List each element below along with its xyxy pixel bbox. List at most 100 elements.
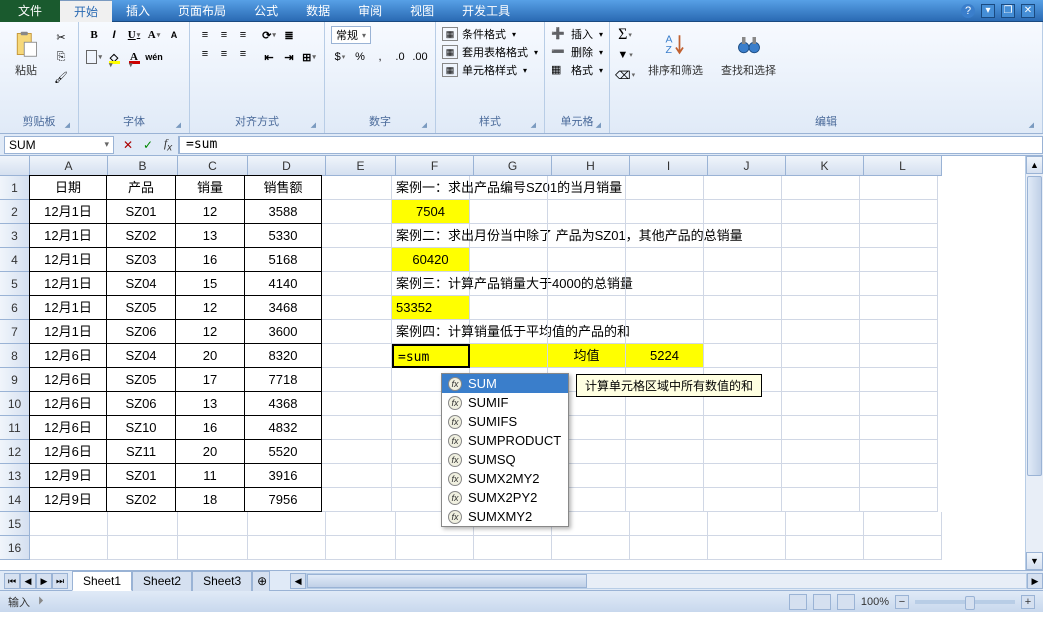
cell[interactable] bbox=[548, 200, 626, 224]
table-format-button[interactable]: ▦套用表格格式▾ bbox=[442, 44, 538, 60]
tab-review[interactable]: 审阅 bbox=[344, 0, 396, 22]
cell[interactable] bbox=[626, 224, 704, 248]
zoom-out-button[interactable]: − bbox=[895, 595, 909, 609]
cell[interactable] bbox=[322, 368, 392, 392]
cell[interactable]: 3600 bbox=[244, 319, 322, 344]
row-header-13[interactable]: 13 bbox=[0, 464, 30, 488]
vertical-scrollbar[interactable]: ▲ ▼ bbox=[1025, 156, 1043, 570]
currency-button[interactable]: $ bbox=[331, 48, 349, 66]
row-header-12[interactable]: 12 bbox=[0, 440, 30, 464]
row-header-15[interactable]: 15 bbox=[0, 512, 30, 536]
autocomplete-item[interactable]: fxSUMX2MY2 bbox=[442, 469, 568, 488]
cell[interactable] bbox=[860, 488, 938, 512]
cell[interactable] bbox=[782, 464, 860, 488]
cell[interactable] bbox=[108, 512, 178, 536]
copy-button[interactable]: ⎘ bbox=[52, 48, 70, 66]
accept-formula-button[interactable]: ✓ bbox=[138, 138, 158, 152]
cell[interactable] bbox=[626, 272, 704, 296]
cell[interactable]: 8320 bbox=[244, 343, 322, 368]
cell[interactable] bbox=[782, 272, 860, 296]
cell[interactable] bbox=[704, 200, 782, 224]
cell-style-button[interactable]: ▦单元格样式▾ bbox=[442, 62, 538, 78]
column-header-L[interactable]: L bbox=[864, 156, 942, 176]
cell[interactable]: 12月6日 bbox=[29, 343, 107, 368]
fill-button[interactable]: ▼ bbox=[616, 46, 634, 64]
cell[interactable]: 案例四：计算销量低于平均值的产品的和 bbox=[392, 320, 470, 344]
cell[interactable] bbox=[782, 416, 860, 440]
cell[interactable]: 案例三：计算产品销量大于4000的总销量 bbox=[392, 272, 470, 296]
cell[interactable]: 7956 bbox=[244, 487, 322, 512]
cell[interactable] bbox=[782, 224, 860, 248]
column-header-G[interactable]: G bbox=[474, 156, 552, 176]
cell[interactable] bbox=[860, 392, 938, 416]
align-bottom-button[interactable]: ≡ bbox=[234, 26, 252, 44]
cell[interactable] bbox=[626, 440, 704, 464]
cell[interactable] bbox=[782, 320, 860, 344]
cell[interactable]: SZ02 bbox=[106, 487, 176, 512]
cell[interactable] bbox=[322, 224, 392, 248]
comma-button[interactable]: , bbox=[371, 48, 389, 66]
italic-button[interactable]: I bbox=[105, 26, 123, 44]
cell[interactable]: 13 bbox=[175, 223, 245, 248]
cell[interactable] bbox=[322, 176, 392, 200]
sort-filter-button[interactable]: AZ 排序和筛选 bbox=[644, 26, 707, 80]
cell[interactable] bbox=[248, 512, 326, 536]
autocomplete-item[interactable]: fxSUMSQ bbox=[442, 450, 568, 469]
row-header-7[interactable]: 7 bbox=[0, 320, 30, 344]
cell[interactable]: SZ05 bbox=[106, 295, 176, 320]
row-header-14[interactable]: 14 bbox=[0, 488, 30, 512]
cell[interactable] bbox=[704, 272, 782, 296]
percent-button[interactable]: % bbox=[351, 48, 369, 66]
cell[interactable]: 案例一：求出产品编号SZ01的当月销量 bbox=[392, 176, 470, 200]
cell[interactable] bbox=[860, 200, 938, 224]
cell[interactable]: 12 bbox=[175, 295, 245, 320]
cell[interactable] bbox=[860, 296, 938, 320]
cell[interactable] bbox=[322, 320, 392, 344]
column-header-K[interactable]: K bbox=[786, 156, 864, 176]
row-header-8[interactable]: 8 bbox=[0, 344, 30, 368]
tab-file[interactable]: 文件 bbox=[0, 0, 60, 22]
cell[interactable]: 12月1日 bbox=[29, 319, 107, 344]
last-sheet-button[interactable]: ⏭ bbox=[52, 573, 68, 589]
sheet-tab-2[interactable]: Sheet2 bbox=[132, 571, 192, 591]
cell[interactable]: 4832 bbox=[244, 415, 322, 440]
tab-home[interactable]: 开始 bbox=[60, 0, 112, 22]
hscroll-thumb[interactable] bbox=[307, 574, 587, 588]
cell[interactable]: 12月1日 bbox=[29, 199, 107, 224]
column-header-A[interactable]: A bbox=[30, 156, 108, 176]
row-header-11[interactable]: 11 bbox=[0, 416, 30, 440]
autocomplete-item[interactable]: fxSUMIF bbox=[442, 393, 568, 412]
scroll-right-button[interactable]: ▶ bbox=[1027, 573, 1043, 589]
restore-icon[interactable]: ❐ bbox=[1001, 4, 1015, 18]
cell[interactable] bbox=[704, 488, 782, 512]
format-painter-button[interactable]: 🖌 bbox=[52, 68, 70, 86]
cell[interactable] bbox=[626, 320, 704, 344]
cell[interactable] bbox=[470, 176, 548, 200]
cell[interactable] bbox=[474, 536, 552, 560]
bold-button[interactable]: B bbox=[85, 26, 103, 44]
close-icon[interactable]: ✕ bbox=[1021, 4, 1035, 18]
cell[interactable] bbox=[108, 536, 178, 560]
underline-button[interactable]: U bbox=[125, 26, 143, 44]
row-header-1[interactable]: 1 bbox=[0, 176, 30, 200]
row-header-6[interactable]: 6 bbox=[0, 296, 30, 320]
align-center-button[interactable]: ≡ bbox=[215, 45, 233, 63]
cell[interactable] bbox=[322, 392, 392, 416]
cell[interactable]: 销量 bbox=[175, 175, 245, 200]
autocomplete-item[interactable]: fxSUMXMY2 bbox=[442, 507, 568, 526]
vscroll-thumb[interactable] bbox=[1027, 176, 1042, 476]
paste-button[interactable]: 粘贴 bbox=[6, 26, 46, 80]
orientation-button[interactable]: ⟳ bbox=[260, 26, 278, 44]
column-header-I[interactable]: I bbox=[630, 156, 708, 176]
cell[interactable]: 12月6日 bbox=[29, 367, 107, 392]
cell[interactable]: SZ10 bbox=[106, 415, 176, 440]
row-header-9[interactable]: 9 bbox=[0, 368, 30, 392]
cell[interactable] bbox=[30, 536, 108, 560]
zoom-in-button[interactable]: + bbox=[1021, 595, 1035, 609]
cell[interactable]: 3468 bbox=[244, 295, 322, 320]
sheet-tab-1[interactable]: Sheet1 bbox=[72, 571, 132, 591]
increase-decimal-button[interactable]: .0 bbox=[391, 48, 409, 66]
cell[interactable] bbox=[704, 176, 782, 200]
cell[interactable] bbox=[322, 248, 392, 272]
cell[interactable]: 12 bbox=[175, 319, 245, 344]
